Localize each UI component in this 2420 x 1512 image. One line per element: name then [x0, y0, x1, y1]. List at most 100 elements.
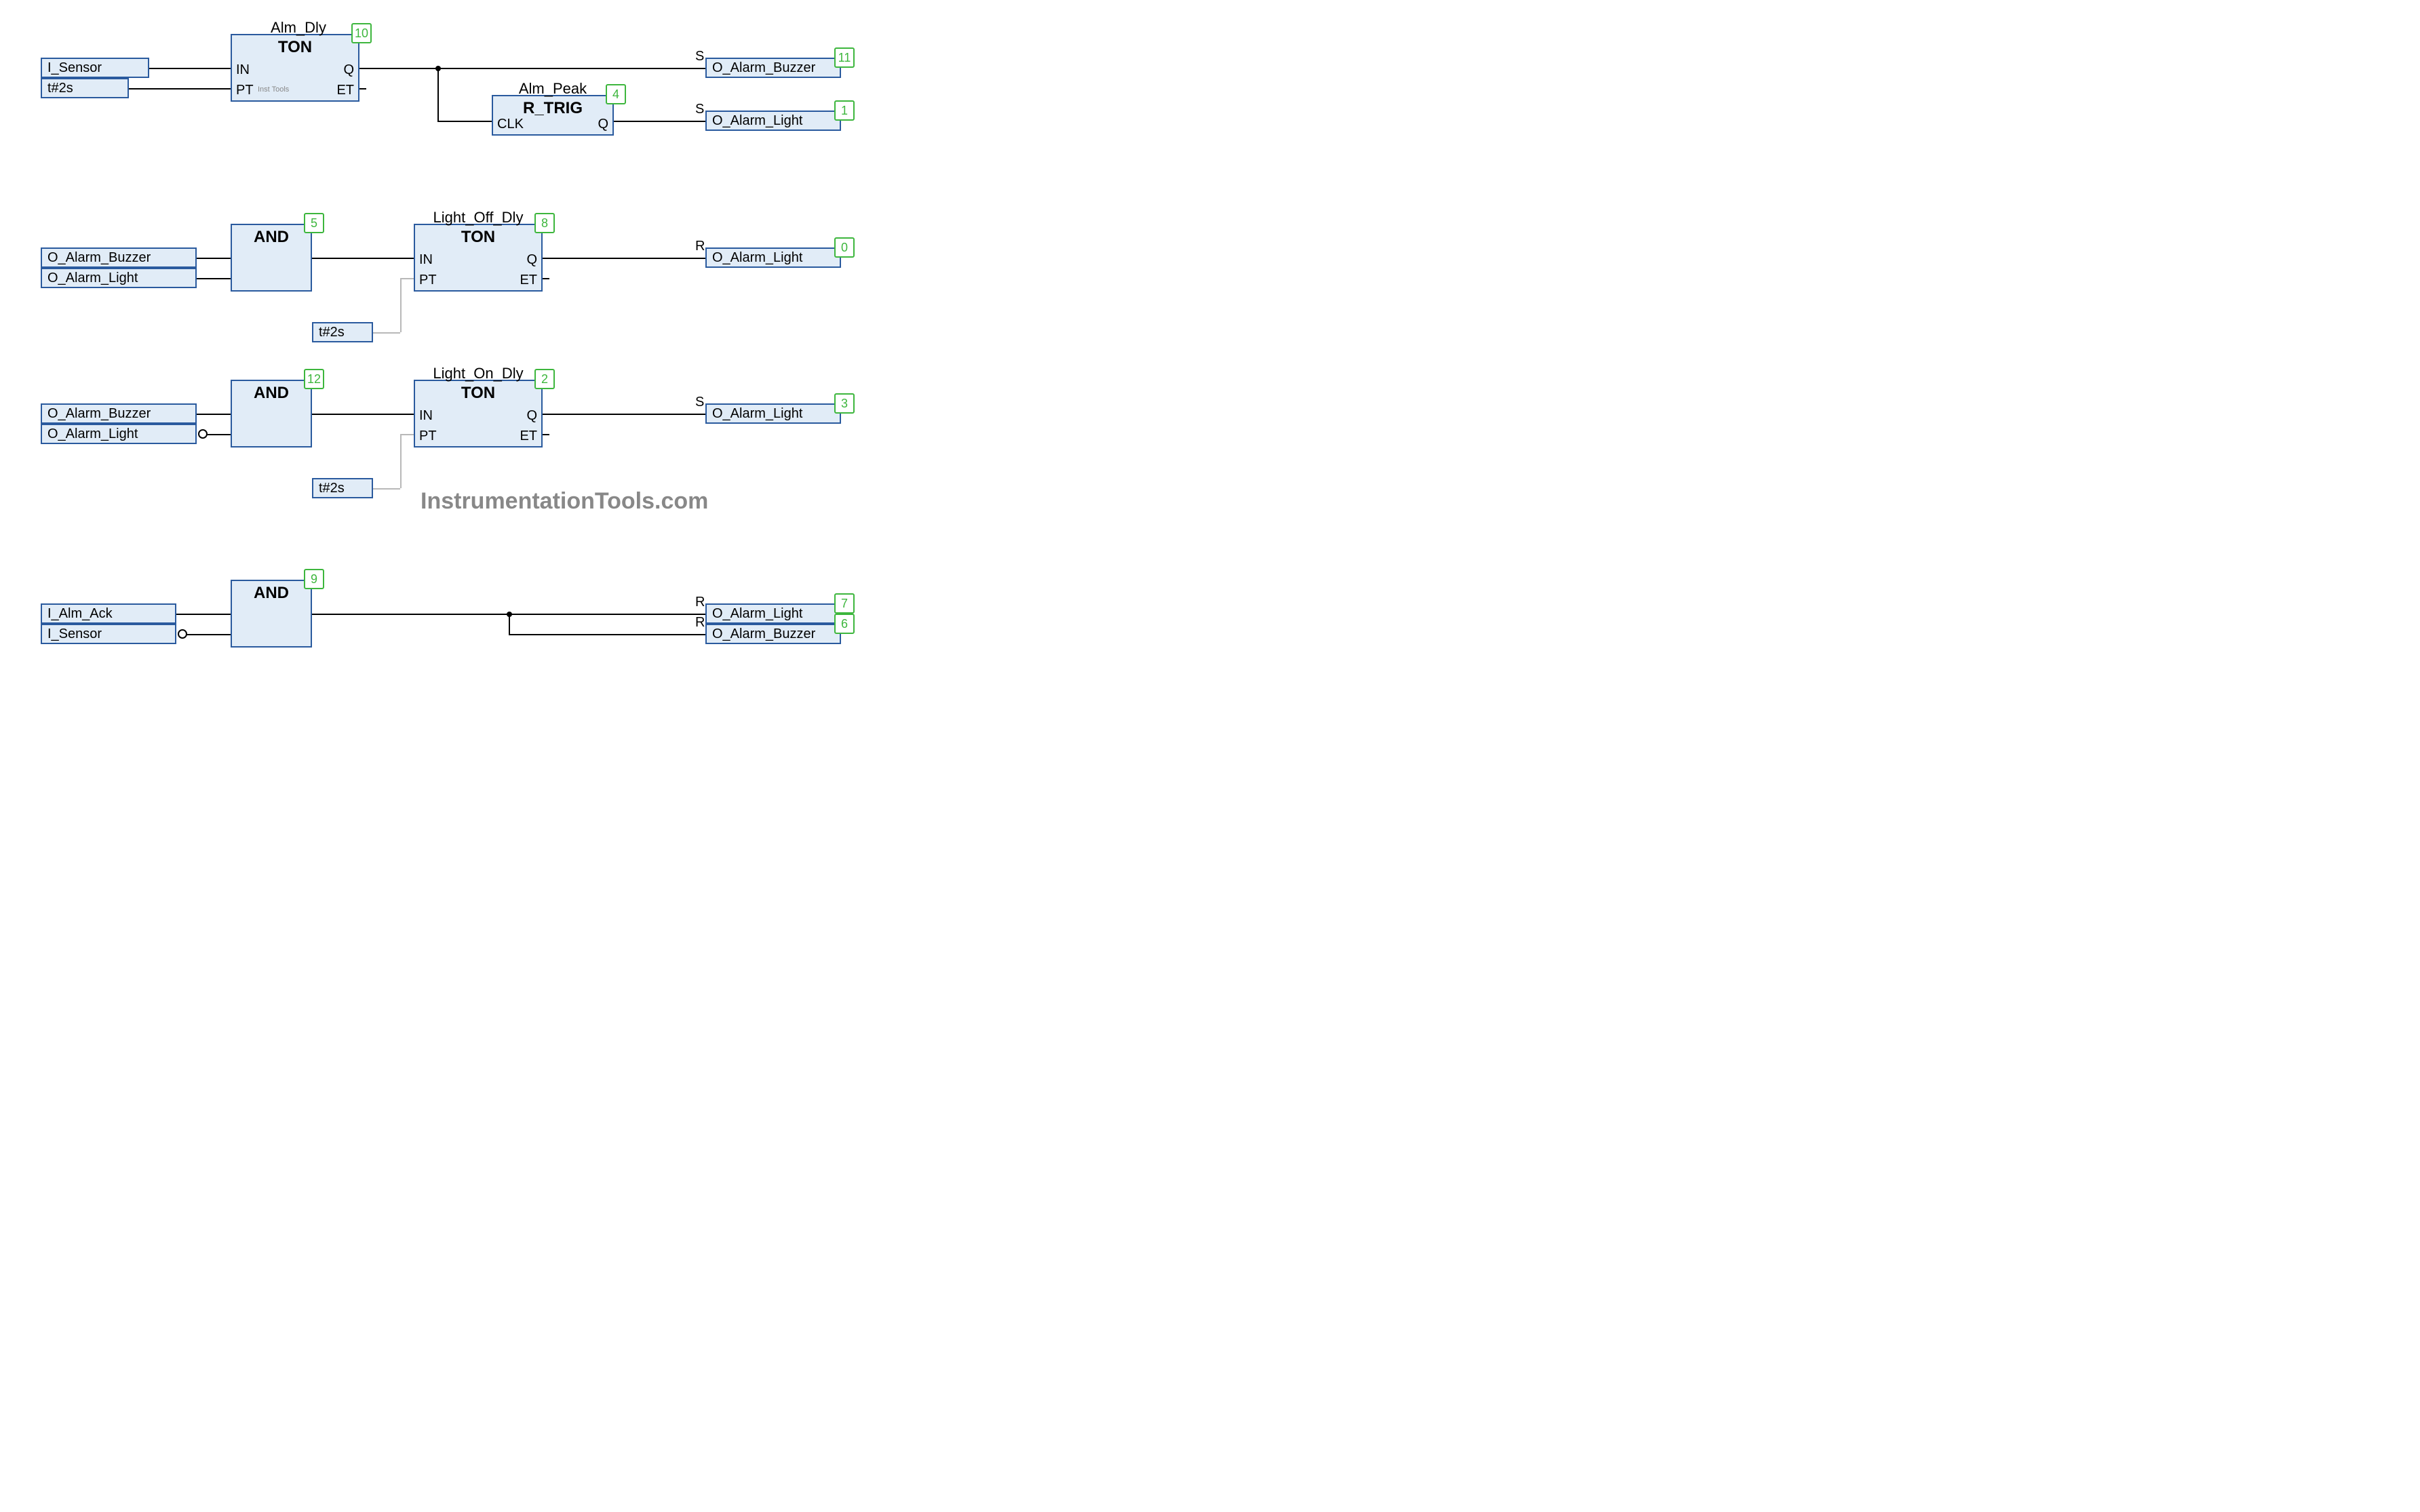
block-type-label: AND [232, 228, 311, 247]
instance-label: Light_On_Dly [421, 365, 536, 382]
pin-et: ET [336, 83, 354, 98]
pin-clk: CLK [497, 117, 524, 132]
var-o-alarm-light-in[interactable]: O_Alarm_Light [41, 424, 197, 444]
wire [543, 258, 705, 259]
wire [176, 614, 231, 615]
negation-circle [198, 429, 208, 439]
var-t2s-3[interactable]: t#2s [312, 478, 373, 498]
block-type-label: TON [232, 38, 358, 57]
wire [312, 614, 509, 615]
wire [197, 414, 231, 415]
pin-in: IN [236, 62, 250, 78]
block-type-label: R_TRIG [493, 99, 612, 118]
exec-order-badge: 3 [834, 393, 855, 414]
wire [312, 258, 414, 259]
wire [509, 634, 705, 635]
exec-order-badge: 11 [834, 47, 855, 68]
pin-in: IN [419, 408, 433, 424]
wire [312, 414, 414, 415]
block-rtrig-alm-peak[interactable]: R_TRIG CLK Q [492, 95, 614, 136]
pin-tick [543, 278, 549, 279]
exec-order-badge: 5 [304, 213, 324, 233]
wire [437, 68, 705, 69]
qualifier-s: S [695, 49, 704, 64]
wire [206, 434, 231, 435]
wire [437, 68, 439, 122]
block-and-2[interactable]: AND [231, 380, 312, 447]
qualifier-r: R [695, 595, 705, 610]
watermark-small: Inst Tools [258, 85, 289, 94]
pin-et: ET [520, 273, 537, 288]
var-o-alarm-light[interactable]: O_Alarm_Light [705, 247, 841, 268]
exec-order-badge: 12 [304, 369, 324, 389]
wire [197, 258, 231, 259]
var-o-alarm-light[interactable]: O_Alarm_Light [705, 111, 841, 131]
wire [373, 332, 400, 334]
pin-et: ET [520, 429, 537, 444]
var-t2s-1[interactable]: t#2s [41, 78, 129, 98]
var-o-alarm-light-in[interactable]: O_Alarm_Light [41, 268, 197, 288]
var-o-alarm-light[interactable]: O_Alarm_Light [705, 403, 841, 424]
wire [197, 278, 231, 279]
wire [509, 614, 705, 615]
wire [437, 121, 492, 122]
exec-order-badge: 7 [834, 593, 855, 614]
exec-order-badge: 4 [606, 84, 626, 104]
var-i-sensor[interactable]: I_Sensor [41, 624, 176, 644]
wire [400, 434, 402, 488]
exec-order-badge: 1 [834, 100, 855, 121]
block-and-1[interactable]: AND [231, 224, 312, 292]
pin-q: Q [526, 252, 537, 268]
var-i-alm-ack[interactable]: I_Alm_Ack [41, 603, 176, 624]
wire [400, 278, 414, 279]
wire [186, 634, 231, 635]
var-i-sensor[interactable]: I_Sensor [41, 58, 149, 78]
pin-in: IN [419, 252, 433, 268]
exec-order-badge: 10 [351, 23, 372, 43]
var-o-alarm-buzzer[interactable]: O_Alarm_Buzzer [705, 624, 841, 644]
wire [129, 88, 231, 89]
wire [543, 414, 705, 415]
var-t2s-2[interactable]: t#2s [312, 322, 373, 342]
pin-tick [543, 434, 549, 435]
pin-tick [359, 88, 366, 89]
block-and-3[interactable]: AND [231, 580, 312, 648]
pin-pt: PT [236, 83, 254, 98]
qualifier-r: R [695, 239, 705, 254]
wire [373, 488, 400, 490]
exec-order-badge: 2 [534, 369, 555, 389]
exec-order-badge: 0 [834, 237, 855, 258]
instance-label: Light_Off_Dly [421, 209, 536, 226]
wire [400, 278, 402, 332]
pin-q: Q [598, 117, 608, 132]
wire [359, 68, 437, 69]
pin-pt: PT [419, 429, 437, 444]
qualifier-r: R [695, 615, 705, 631]
var-o-alarm-light[interactable]: O_Alarm_Light [705, 603, 841, 624]
block-ton-light-off-dly[interactable]: TON IN PT Q ET [414, 224, 543, 292]
exec-order-badge: 6 [834, 614, 855, 634]
pin-pt: PT [419, 273, 437, 288]
wire [149, 68, 231, 69]
exec-order-badge: 9 [304, 569, 324, 589]
var-o-alarm-buzzer-in[interactable]: O_Alarm_Buzzer [41, 247, 197, 268]
block-type-label: TON [415, 384, 541, 403]
block-type-label: AND [232, 384, 311, 403]
qualifier-s: S [695, 395, 704, 410]
block-ton-light-on-dly[interactable]: TON IN PT Q ET [414, 380, 543, 447]
exec-order-badge: 8 [534, 213, 555, 233]
qualifier-s: S [695, 102, 704, 117]
wire [614, 121, 705, 122]
wire [400, 434, 414, 435]
block-type-label: TON [415, 228, 541, 247]
block-type-label: AND [232, 584, 311, 603]
var-o-alarm-buzzer[interactable]: O_Alarm_Buzzer [705, 58, 841, 78]
watermark-big: InstrumentationTools.com [421, 488, 708, 515]
wire [509, 614, 510, 634]
var-o-alarm-buzzer-in[interactable]: O_Alarm_Buzzer [41, 403, 197, 424]
instance-label: Alm_Dly [258, 19, 339, 37]
instance-label: Alm_Peak [505, 80, 600, 98]
block-ton-alm-dly[interactable]: TON IN PT Q ET [231, 34, 359, 102]
negation-circle [178, 629, 187, 639]
pin-q: Q [526, 408, 537, 424]
